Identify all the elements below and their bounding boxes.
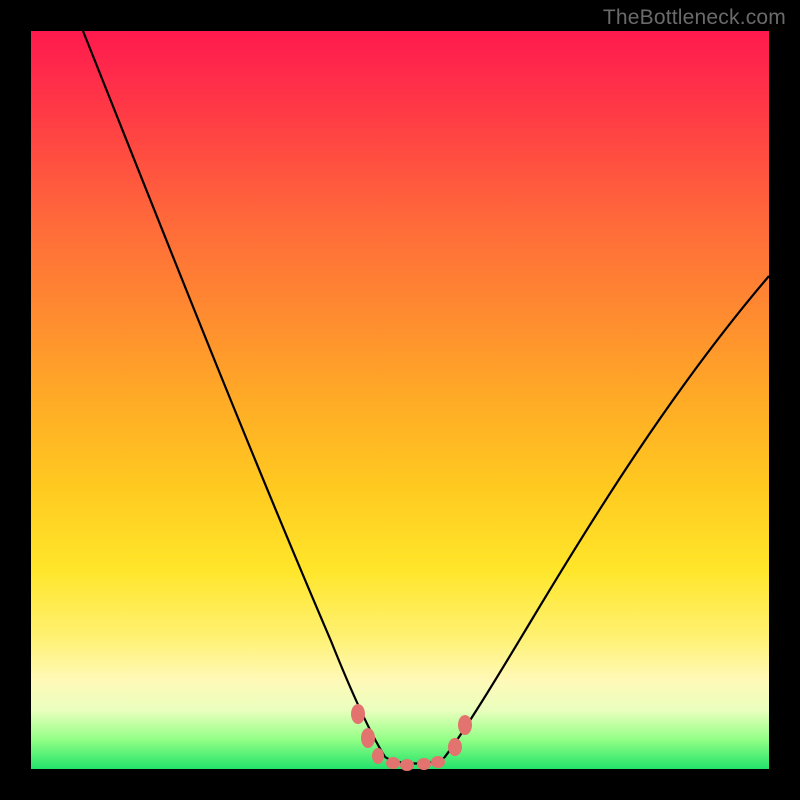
marker-dot [361,728,375,748]
marker-dot [386,757,400,769]
marker-dot [417,758,431,770]
marker-group [351,704,472,771]
marker-dot [372,748,384,764]
marker-dot [351,704,365,724]
curve-right-branch [444,276,769,758]
watermark-text: TheBottleneck.com [603,6,786,30]
marker-dot [448,738,462,756]
marker-dot [400,759,414,771]
curve-left-branch [83,31,385,757]
curve-layer [31,31,769,769]
chart-frame: TheBottleneck.com [0,0,800,800]
marker-dot [458,715,472,735]
plot-area [31,31,769,769]
marker-dot [431,756,445,768]
